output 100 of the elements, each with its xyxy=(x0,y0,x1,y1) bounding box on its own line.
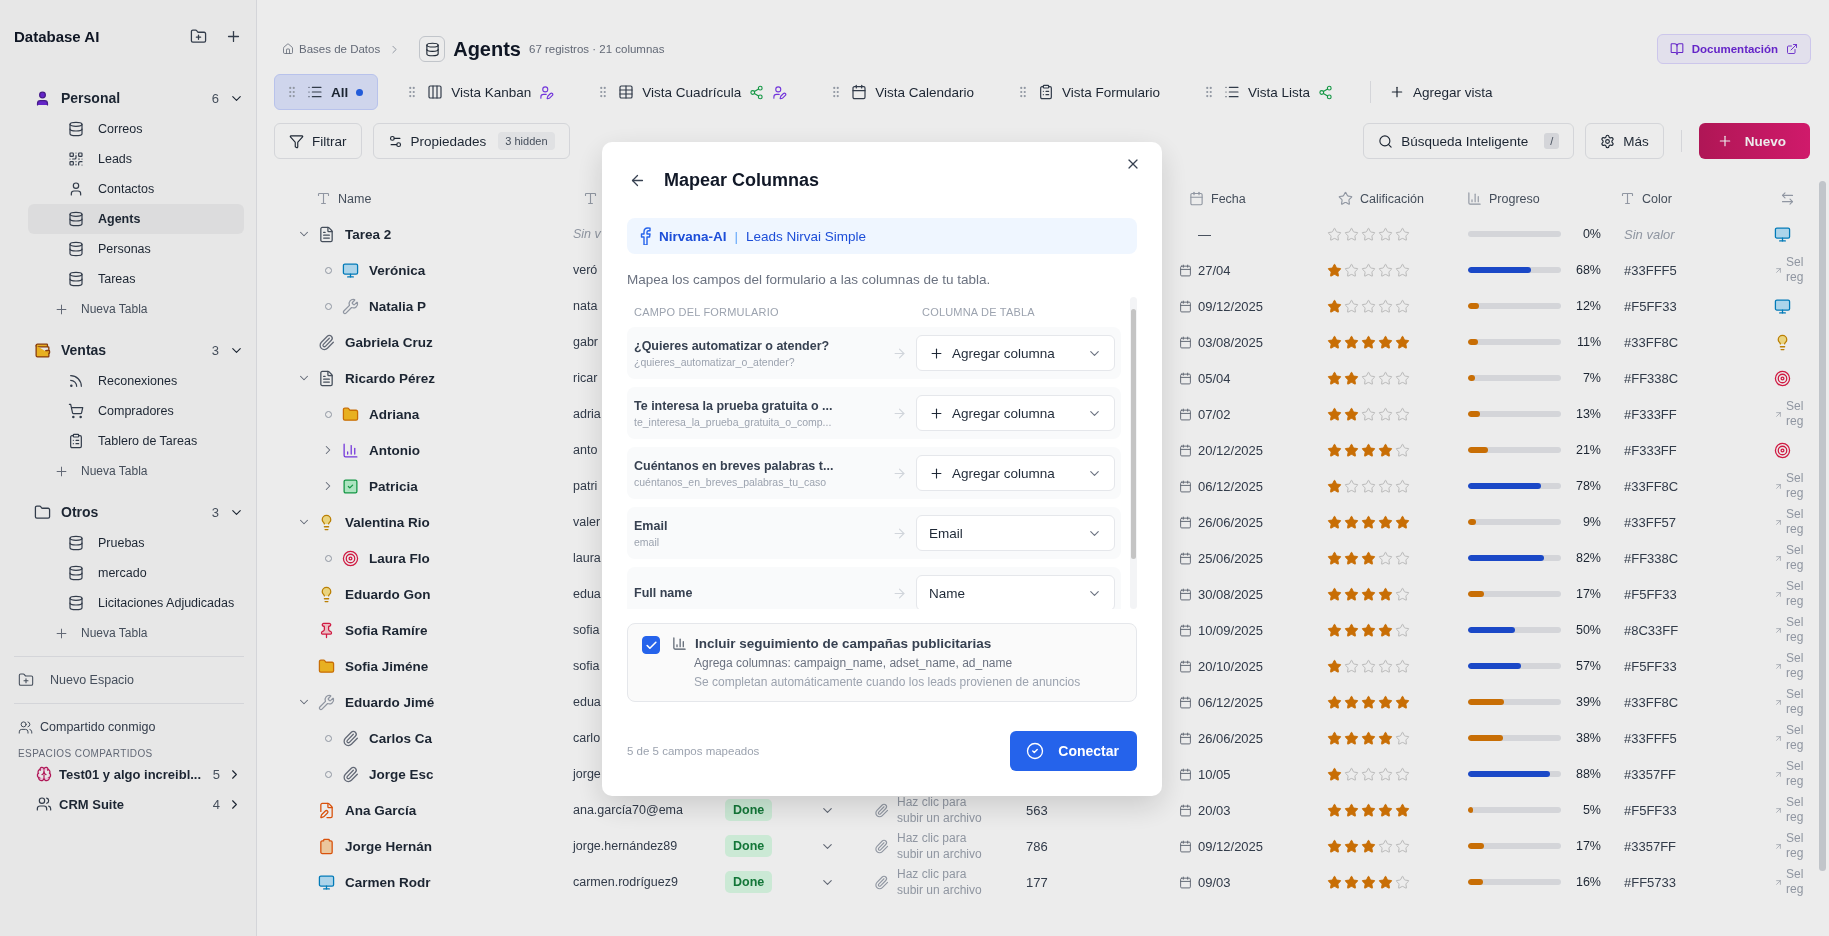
space-header[interactable]: Personal 6 xyxy=(14,82,244,114)
star-rating[interactable] xyxy=(1327,658,1410,674)
sidebar-item[interactable]: Reconexiones xyxy=(28,366,244,396)
breadcrumb-link[interactable]: Bases de Datos xyxy=(282,43,381,55)
view-tab[interactable]: Vista Cuadrícula xyxy=(585,74,803,110)
view-tab[interactable]: Vista Lista xyxy=(1191,74,1349,110)
tracking-note: Agrega columnas: campaign_name, adset_name, ad_name xyxy=(693,656,1014,670)
documentation-button[interactable]: Documentación xyxy=(1656,34,1811,64)
sidebar-item[interactable]: Compradores xyxy=(28,396,244,426)
sidebar-item[interactable]: Licitaciones Adjudicadas xyxy=(28,588,244,618)
search-button[interactable]: Búsqueda Inteligente / xyxy=(1363,123,1575,159)
connect-button[interactable]: Conectar xyxy=(1010,731,1137,771)
scrollbar-thumb[interactable] xyxy=(1131,309,1136,559)
star-rating[interactable] xyxy=(1327,478,1410,494)
dialog-description: Mapea los campos del formulario a las columnas de tu tabla. xyxy=(627,272,992,287)
email-cell: anto xyxy=(573,443,598,457)
star-rating[interactable] xyxy=(1327,586,1410,602)
add-view-button[interactable]: Agregar vista xyxy=(1381,84,1501,100)
column-header[interactable]: Fecha xyxy=(1170,191,1315,206)
email-cell: patri xyxy=(573,479,598,493)
star-rating[interactable] xyxy=(1327,226,1410,242)
new-button[interactable]: Nuevo xyxy=(1698,123,1810,159)
name-cell: Carlos Ca xyxy=(369,730,433,746)
field-key: email xyxy=(634,535,888,548)
star-icon xyxy=(1378,514,1393,530)
star-icon xyxy=(1361,622,1376,638)
new-table-link[interactable]: Nueva Tabla xyxy=(14,456,244,486)
scrollbar[interactable] xyxy=(1819,181,1826,871)
shared-space[interactable]: Test01 y algo increibl... 5 xyxy=(14,759,244,789)
column-header[interactable]: Calificación xyxy=(1315,191,1460,206)
view-tab[interactable]: All xyxy=(274,74,379,110)
column-select[interactable]: Name xyxy=(916,575,1115,609)
star-rating[interactable] xyxy=(1327,442,1410,458)
space-header[interactable]: Otros 3 xyxy=(14,496,244,528)
column-select[interactable]: Email xyxy=(916,515,1115,551)
arrow-up-right-icon xyxy=(1774,589,1783,599)
sidebar-item[interactable]: Tablero de Tareas xyxy=(28,426,244,456)
star-rating[interactable] xyxy=(1327,262,1410,278)
space-header[interactable]: Ventas 3 xyxy=(14,334,244,366)
column-select[interactable]: Agregar columna xyxy=(916,335,1115,371)
sidebar-item[interactable]: mercado xyxy=(28,558,244,588)
star-icon xyxy=(1395,514,1410,530)
column-select[interactable]: Agregar columna xyxy=(916,455,1115,491)
view-tab[interactable]: Vista Formulario xyxy=(1004,74,1175,110)
email-cell: ricar xyxy=(573,371,598,385)
star-rating[interactable] xyxy=(1327,622,1410,638)
progress-percent: 11% xyxy=(1575,335,1601,349)
view-tab[interactable]: Vista Kanban xyxy=(394,74,570,110)
star-icon xyxy=(1327,370,1342,386)
new-table-link[interactable]: Nueva Tabla xyxy=(14,618,244,648)
star-rating[interactable] xyxy=(1327,730,1410,746)
database-icon xyxy=(68,565,84,581)
sidebar-item[interactable]: Personas xyxy=(28,234,244,264)
column-heading: COLUMNA DE TABLA xyxy=(922,306,1036,318)
email-cell: laura xyxy=(573,551,601,565)
shared-space[interactable]: CRM Suite 4 xyxy=(14,789,244,819)
new-space-link[interactable]: Nuevo Espacio xyxy=(14,665,244,695)
properties-button[interactable]: Propiedades 3 hidden xyxy=(372,123,570,159)
star-rating[interactable] xyxy=(1327,550,1410,566)
new-table-link[interactable]: Nueva Tabla xyxy=(14,294,244,324)
sidebar-item[interactable]: Leads xyxy=(28,144,244,174)
star-rating[interactable] xyxy=(1327,874,1410,890)
star-icon xyxy=(1327,874,1342,890)
star-icon xyxy=(1378,334,1393,350)
shared-with-me-link[interactable]: Compartido conmigo xyxy=(14,712,244,742)
star-rating[interactable] xyxy=(1327,514,1410,530)
sidebar-item[interactable]: Contactos xyxy=(28,174,244,204)
color-cell: #33FF8C xyxy=(1624,334,1679,350)
sidebar-item[interactable]: Pruebas xyxy=(28,528,244,558)
star-rating[interactable] xyxy=(1327,766,1410,782)
scrollbar[interactable] xyxy=(1130,297,1137,609)
column-header[interactable]: Color xyxy=(1610,191,1760,206)
arrow-up-right-icon xyxy=(1774,553,1783,563)
name-cell: Tarea 2 xyxy=(345,226,392,242)
column-header[interactable]: Progreso xyxy=(1460,191,1610,206)
column-header[interactable]: Name xyxy=(290,191,573,206)
wrench-icon xyxy=(342,297,359,315)
view-tab[interactable]: Vista Calendario xyxy=(818,74,989,110)
star-icon xyxy=(1395,658,1410,674)
progress-percent: 13% xyxy=(1574,407,1601,421)
star-rating[interactable] xyxy=(1327,298,1410,314)
star-rating[interactable] xyxy=(1327,334,1410,350)
sidebar-item[interactable]: Tareas xyxy=(28,264,244,294)
star-rating[interactable] xyxy=(1327,838,1410,854)
star-icon xyxy=(1361,874,1376,890)
search-icon xyxy=(1378,133,1394,149)
star-rating[interactable] xyxy=(1327,406,1410,422)
star-rating[interactable] xyxy=(1327,694,1410,710)
filter-button[interactable]: Filtrar xyxy=(274,123,362,159)
star-rating[interactable] xyxy=(1327,802,1410,818)
monitor-icon xyxy=(1774,225,1791,243)
plus-icon xyxy=(54,463,69,479)
sidebar-item[interactable]: Correos xyxy=(28,114,244,144)
column-select[interactable]: Agregar columna xyxy=(916,395,1115,431)
star-rating[interactable] xyxy=(1327,370,1410,386)
calendar-icon xyxy=(1189,191,1204,206)
tracking-checkbox[interactable] xyxy=(642,636,660,654)
more-button[interactable]: Más xyxy=(1585,123,1664,159)
email-cell: sofia xyxy=(573,623,600,637)
sidebar-item[interactable]: Agents xyxy=(28,204,244,234)
